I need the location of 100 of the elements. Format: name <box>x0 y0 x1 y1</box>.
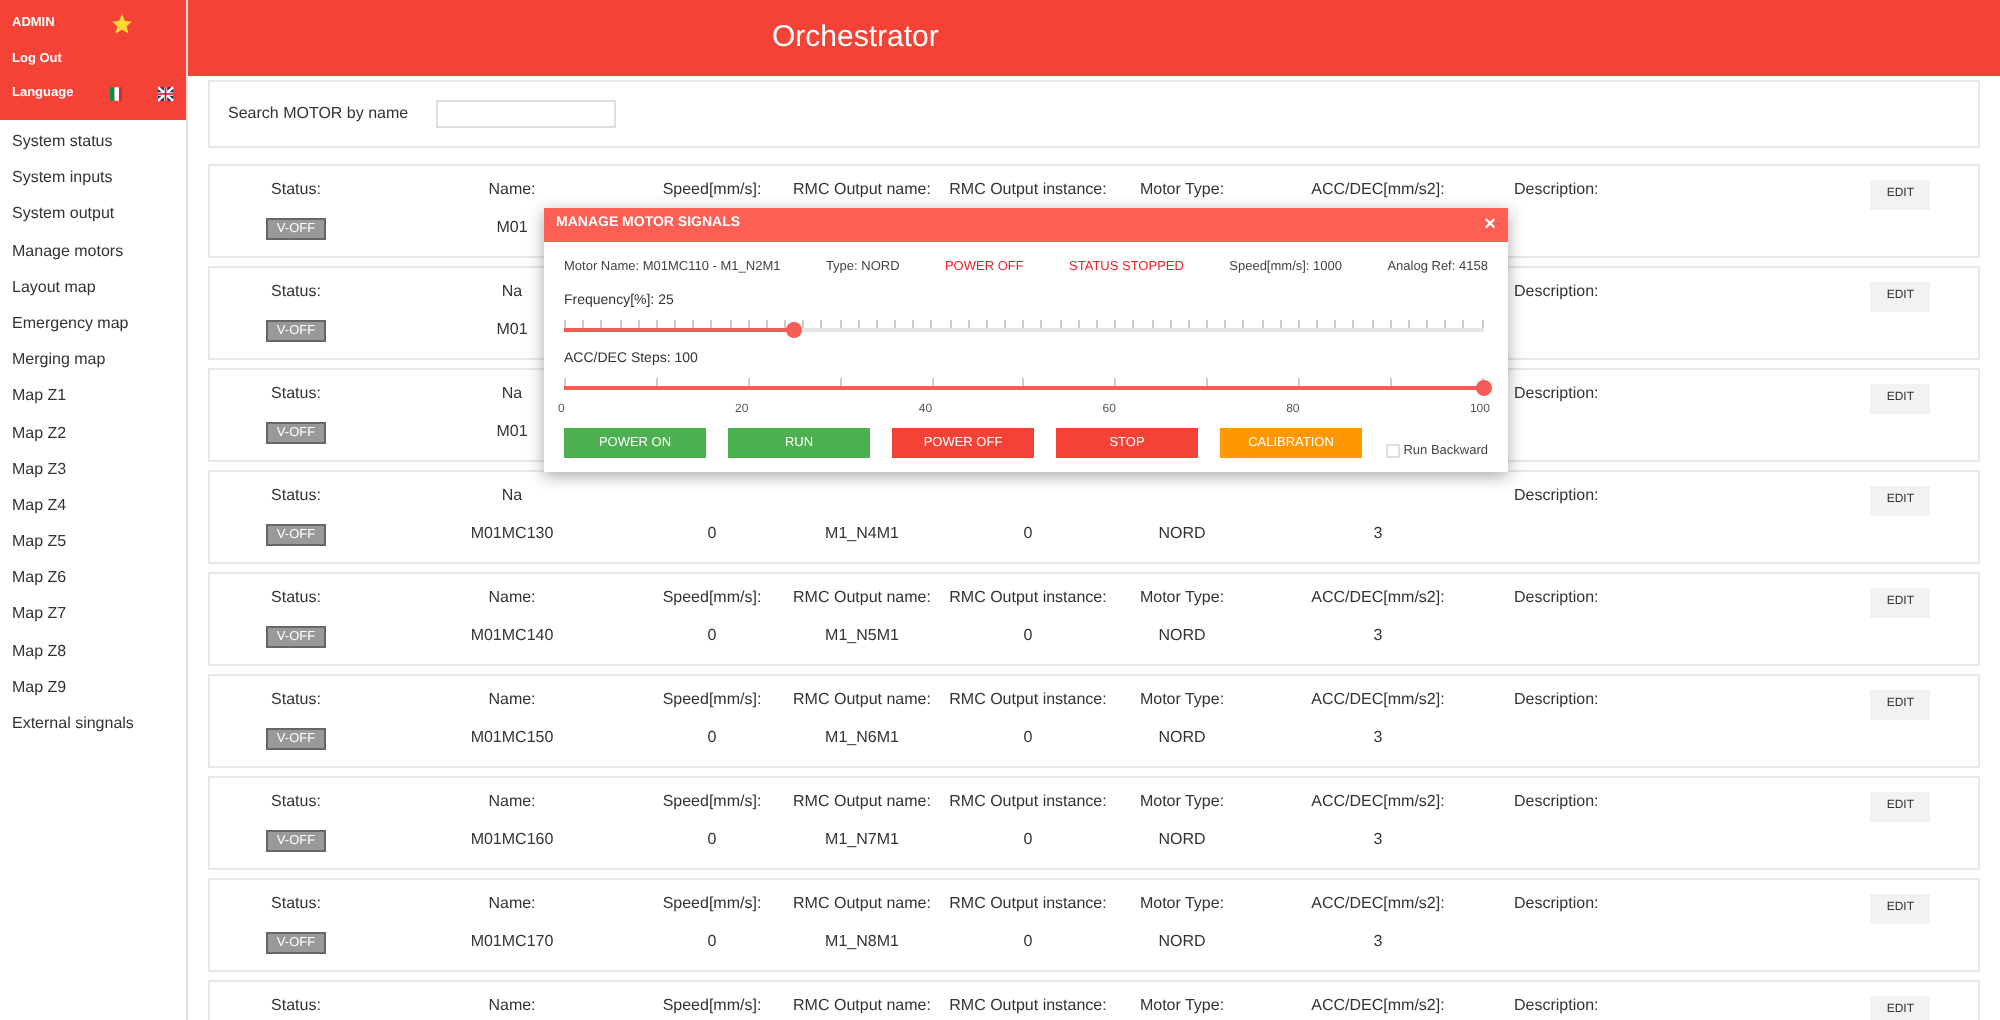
field-label: Motor Type: <box>1139 180 1225 200</box>
field-label: Speed[mm/s]: <box>662 996 762 1016</box>
field-label: RMC Output instance: <box>949 690 1107 710</box>
field-label: Speed[mm/s]: <box>662 180 762 200</box>
field-label: Name: <box>488 996 536 1016</box>
field-value: 0 <box>707 728 717 748</box>
field-value: M1_N4M1 <box>825 524 899 544</box>
sidebar-item[interactable]: Map Z4 <box>0 487 186 525</box>
field-label: Status: <box>271 282 321 302</box>
field-value: 0 <box>1023 830 1033 850</box>
field-value: M01 <box>496 320 528 340</box>
field-value: 0 <box>1023 728 1033 748</box>
italy-flag-icon[interactable] <box>109 85 123 102</box>
field-label: RMC Output instance: <box>949 996 1107 1016</box>
field-label: Status: <box>271 792 321 812</box>
field-value: M01MC130 <box>470 524 554 544</box>
field-value: M01 <box>496 422 528 442</box>
field-label: Description: <box>1514 792 1599 812</box>
field-label: RMC Output instance: <box>949 792 1107 812</box>
sidebar-item[interactable]: Map Z9 <box>0 669 186 706</box>
sidebar-item[interactable]: Emergency map <box>0 305 186 343</box>
field-label: RMC Output instance: <box>949 180 1107 200</box>
field-value: 0 <box>707 524 717 544</box>
field-label: RMC Output instance: <box>949 588 1107 608</box>
field-value: NORD <box>1158 932 1206 952</box>
field-label: RMC Output name: <box>793 588 931 608</box>
field-value: M01MC170 <box>470 932 554 952</box>
slider-thumb[interactable] <box>786 322 802 338</box>
field-value: NORD <box>1158 830 1206 850</box>
sidebar-item[interactable]: External singnals <box>0 706 186 743</box>
field-label: Status: <box>271 180 321 200</box>
field-label: RMC Output name: <box>793 180 931 200</box>
field-label: Description: <box>1514 690 1599 710</box>
slider-thumb[interactable] <box>1476 380 1492 396</box>
sidebar-item[interactable]: Map Z6 <box>0 560 186 597</box>
sidebar-item[interactable]: Layout map <box>0 269 186 306</box>
search-label: Search MOTOR by name <box>228 102 409 126</box>
field-value: 0 <box>1023 932 1033 952</box>
field-label: Name: <box>488 690 536 710</box>
field-label: ACC/DEC[mm/s2]: <box>1311 180 1445 200</box>
sidebar-item[interactable]: Merging map <box>0 342 186 379</box>
sidebar-item[interactable]: Manage motors <box>0 233 186 270</box>
field-label: RMC Output name: <box>793 894 931 914</box>
app-title: Orchestrator <box>772 17 939 58</box>
field-label: RMC Output instance: <box>949 894 1107 914</box>
sidebar-item[interactable]: System inputs <box>0 160 186 197</box>
field-label: Motor Type: <box>1139 690 1225 710</box>
field-value: 0 <box>707 626 717 646</box>
field-label: Speed[mm/s]: <box>662 690 762 710</box>
field-value: 0 <box>1023 626 1033 646</box>
field-label: Name: <box>488 588 536 608</box>
field-label: ACC/DEC[mm/s2]: <box>1311 588 1445 608</box>
field-label: Status: <box>271 690 321 710</box>
sidebar-item[interactable]: Map Z2 <box>0 415 186 452</box>
field-label: RMC Output name: <box>793 996 931 1016</box>
field-value: 0 <box>1023 524 1033 544</box>
slider-track[interactable] <box>564 320 1484 340</box>
field-value: 0 <box>707 932 717 952</box>
uk-flag-icon[interactable] <box>158 85 174 102</box>
field-value: 0 <box>707 830 717 850</box>
field-label: Status: <box>271 588 321 608</box>
sidebar-item[interactable]: Map Z3 <box>0 451 186 488</box>
field-value: M01MC150 <box>470 728 554 748</box>
field-label: Name: <box>488 894 536 914</box>
field-label: Name: <box>488 180 536 200</box>
field-label: Status: <box>271 384 321 404</box>
field-label: Motor Type: <box>1139 996 1225 1016</box>
sidebar-item[interactable]: System status <box>0 124 186 161</box>
field-label: Speed[mm/s]: <box>662 894 762 914</box>
field-label: Description: <box>1514 996 1599 1016</box>
field-value: NORD <box>1158 728 1206 748</box>
field-label: ACC/DEC[mm/s2]: <box>1311 690 1445 710</box>
field-label: Status: <box>271 996 321 1016</box>
star-icon <box>110 12 134 36</box>
field-label: RMC Output name: <box>793 690 931 710</box>
field-label: Status: <box>271 894 321 914</box>
field-label: Description: <box>1514 588 1599 608</box>
field-value: NORD <box>1158 626 1206 646</box>
field-value: M1_N8M1 <box>825 932 899 952</box>
field-label: Description: <box>1514 894 1599 914</box>
search-field[interactable] <box>436 100 617 128</box>
field-label: Description: <box>1514 384 1599 404</box>
field-label: Motor Type: <box>1139 894 1225 914</box>
field-label: Motor Type: <box>1139 792 1225 812</box>
field-value: NORD <box>1158 524 1206 544</box>
field-label: Motor Type: <box>1139 588 1225 608</box>
field-value: M1_N5M1 <box>825 626 899 646</box>
sidebar-item[interactable]: Map Z8 <box>0 633 186 670</box>
field-label: ACC/DEC[mm/s2]: <box>1311 894 1445 914</box>
field-label: Speed[mm/s]: <box>662 792 762 812</box>
sidebar-item[interactable]: Map Z5 <box>0 524 186 561</box>
sidebar-item[interactable]: Map Z1 <box>0 378 186 415</box>
field-label: Description: <box>1514 180 1599 200</box>
sidebar-item[interactable]: Map Z7 <box>0 596 186 634</box>
run-backward-checkbox[interactable] <box>1385 444 1400 458</box>
field-label: Name: <box>488 792 536 812</box>
field-value: M01MC160 <box>470 830 554 850</box>
field-value: M1_N7M1 <box>825 830 899 850</box>
sidebar-item[interactable]: System output <box>0 196 186 234</box>
field-value: 3 <box>1373 524 1383 544</box>
